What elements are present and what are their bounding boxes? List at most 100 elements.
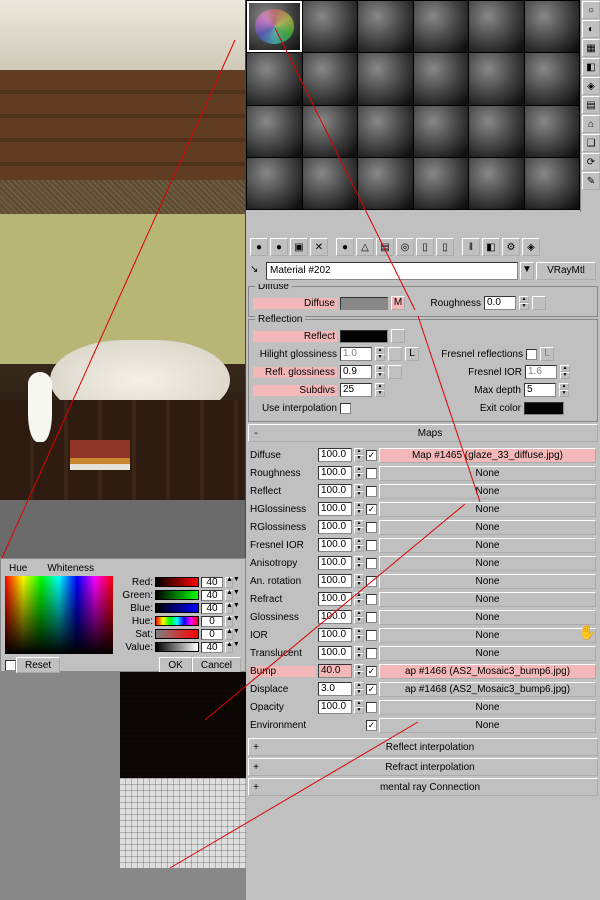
map-enable-checkbox[interactable] xyxy=(366,576,377,587)
hue-swatch[interactable] xyxy=(155,616,199,626)
toolbar-icon[interactable]: ◧ xyxy=(582,58,600,76)
map-amount[interactable]: 100.0 xyxy=(318,502,352,516)
material-name-dropdown[interactable]: ▼ xyxy=(520,262,534,280)
toolbar-icon[interactable]: ❏ xyxy=(582,134,600,152)
map-enable-checkbox[interactable] xyxy=(366,540,377,551)
map-spinner[interactable]: ▲▼ xyxy=(354,628,364,642)
map-amount[interactable]: 100.0 xyxy=(318,574,352,588)
toolbar-icon[interactable]: ✎ xyxy=(582,172,600,190)
map-slot-button[interactable]: None xyxy=(379,646,596,661)
ok-button[interactable]: OK xyxy=(159,657,191,673)
map-slot-button[interactable]: Map #1465 (glaze_33_diffuse.jpg) xyxy=(379,448,596,463)
material-slot[interactable] xyxy=(414,53,469,104)
material-name-field[interactable]: Material #202 xyxy=(266,262,518,280)
map-enable-checkbox[interactable]: ✓ xyxy=(366,450,377,461)
refl-gloss-map-button[interactable] xyxy=(388,365,402,379)
toolbar-icon[interactable]: ⌂ xyxy=(582,115,600,133)
map-amount[interactable]: 100.0 xyxy=(318,466,352,480)
material-slot[interactable] xyxy=(247,53,302,104)
material-slot[interactable] xyxy=(469,1,524,52)
material-slot[interactable] xyxy=(358,158,413,209)
toolbar-icon[interactable]: ● xyxy=(270,238,288,256)
material-slot[interactable] xyxy=(303,106,358,157)
toolbar-icon[interactable]: ▣ xyxy=(290,238,308,256)
green-swatch[interactable] xyxy=(155,590,199,600)
map-amount[interactable]: 100.0 xyxy=(318,700,352,714)
material-slot[interactable] xyxy=(525,1,580,52)
map-enable-checkbox[interactable] xyxy=(366,702,377,713)
reflect-map-button[interactable] xyxy=(391,329,405,343)
toolbar-icon[interactable]: ◧ xyxy=(482,238,500,256)
map-spinner[interactable]: ▲▼ xyxy=(354,592,364,606)
material-slot[interactable] xyxy=(414,106,469,157)
map-amount[interactable]: 100.0 xyxy=(318,592,352,606)
map-amount[interactable]: 100.0 xyxy=(318,610,352,624)
eyedropper-icon[interactable]: ↘ xyxy=(250,264,264,278)
toolbar-icon[interactable]: ▯ xyxy=(436,238,454,256)
material-slot[interactable] xyxy=(358,1,413,52)
map-slot-button[interactable]: None xyxy=(379,556,596,571)
map-enable-checkbox[interactable]: ✓ xyxy=(366,684,377,695)
map-spinner[interactable]: ▲▼ xyxy=(354,574,364,588)
rollout-header[interactable]: +Refract interpolation xyxy=(248,758,598,776)
map-amount[interactable]: 100.0 xyxy=(318,448,352,462)
blue-spinner[interactable]: ▲▼ xyxy=(225,603,233,614)
toolbar-icon[interactable]: ○ xyxy=(582,1,600,19)
map-spinner[interactable]: ▲▼ xyxy=(354,664,364,678)
map-slot-button[interactable]: None xyxy=(379,574,596,589)
use-interp-checkbox[interactable] xyxy=(340,403,351,414)
refl-gloss-spinner[interactable]: ▲▼ xyxy=(375,365,385,379)
map-amount[interactable]: 40.0 xyxy=(318,664,352,678)
toolbar-icon[interactable]: ▤ xyxy=(376,238,394,256)
toolbar-icon[interactable]: ◐ xyxy=(582,20,600,38)
map-enable-checkbox[interactable]: ✓ xyxy=(366,666,377,677)
material-slot[interactable] xyxy=(469,158,524,209)
map-enable-checkbox[interactable] xyxy=(366,612,377,623)
cancel-button[interactable]: Cancel xyxy=(192,657,241,673)
map-slot-button[interactable]: None xyxy=(379,610,596,625)
material-slot[interactable] xyxy=(358,106,413,157)
map-slot-button[interactable]: None xyxy=(379,628,596,643)
hilight-gloss-value[interactable]: 1.0 xyxy=(340,347,372,361)
map-slot-button[interactable]: ap #1466 (AS2_Mosaic3_bump6.jpg) xyxy=(379,664,596,679)
reflect-color-swatch[interactable] xyxy=(340,330,388,343)
material-slot[interactable] xyxy=(247,106,302,157)
toolbar-icon[interactable]: ⚙ xyxy=(502,238,520,256)
roughness-value[interactable]: 0.0 xyxy=(484,296,516,310)
map-amount[interactable]: 100.0 xyxy=(318,484,352,498)
toolbar-icon[interactable]: ● xyxy=(336,238,354,256)
map-enable-checkbox[interactable] xyxy=(366,630,377,641)
red-swatch[interactable] xyxy=(155,577,199,587)
map-spinner[interactable]: ▲▼ xyxy=(354,448,364,462)
roughness-map-button[interactable] xyxy=(532,296,546,310)
material-slot[interactable] xyxy=(303,53,358,104)
map-slot-button[interactable]: None xyxy=(379,520,596,535)
rollout-header[interactable]: +Reflect interpolation xyxy=(248,738,598,756)
map-slot-button[interactable]: None xyxy=(379,592,596,607)
map-spinner[interactable]: ▲▼ xyxy=(354,484,364,498)
fresnel-ior-spinner[interactable]: ▲▼ xyxy=(560,365,570,379)
red-spinner[interactable]: ▲▼ xyxy=(225,577,233,588)
map-enable-checkbox[interactable] xyxy=(366,522,377,533)
toolbar-icon[interactable]: △ xyxy=(356,238,374,256)
value-swatch[interactable] xyxy=(155,642,199,652)
sat-spinner[interactable]: ▲▼ xyxy=(225,629,233,640)
refl-gloss-value[interactable]: 0.9 xyxy=(340,365,372,379)
map-amount[interactable]: 3.0 xyxy=(318,682,352,696)
hue-spinner[interactable]: ▲▼ xyxy=(225,616,233,627)
material-type-button[interactable]: VRayMtl xyxy=(536,262,596,280)
fresnel-ior-value[interactable]: 1.6 xyxy=(525,365,557,379)
toolbar-icon[interactable]: ✕ xyxy=(310,238,328,256)
map-enable-checkbox[interactable] xyxy=(366,558,377,569)
red-value[interactable]: 40 xyxy=(201,577,223,588)
toolbar-icon[interactable]: ◈ xyxy=(582,77,600,95)
blue-swatch[interactable] xyxy=(155,603,199,613)
green-value[interactable]: 40 xyxy=(201,590,223,601)
map-spinner[interactable]: ▲▼ xyxy=(354,610,364,624)
diffuse-color-swatch[interactable] xyxy=(340,297,388,310)
hilight-lock-button[interactable]: L xyxy=(405,347,419,361)
material-slot[interactable] xyxy=(525,53,580,104)
map-amount[interactable]: 100.0 xyxy=(318,520,352,534)
exit-color-swatch[interactable] xyxy=(524,402,564,415)
color-gradient[interactable] xyxy=(5,576,113,654)
